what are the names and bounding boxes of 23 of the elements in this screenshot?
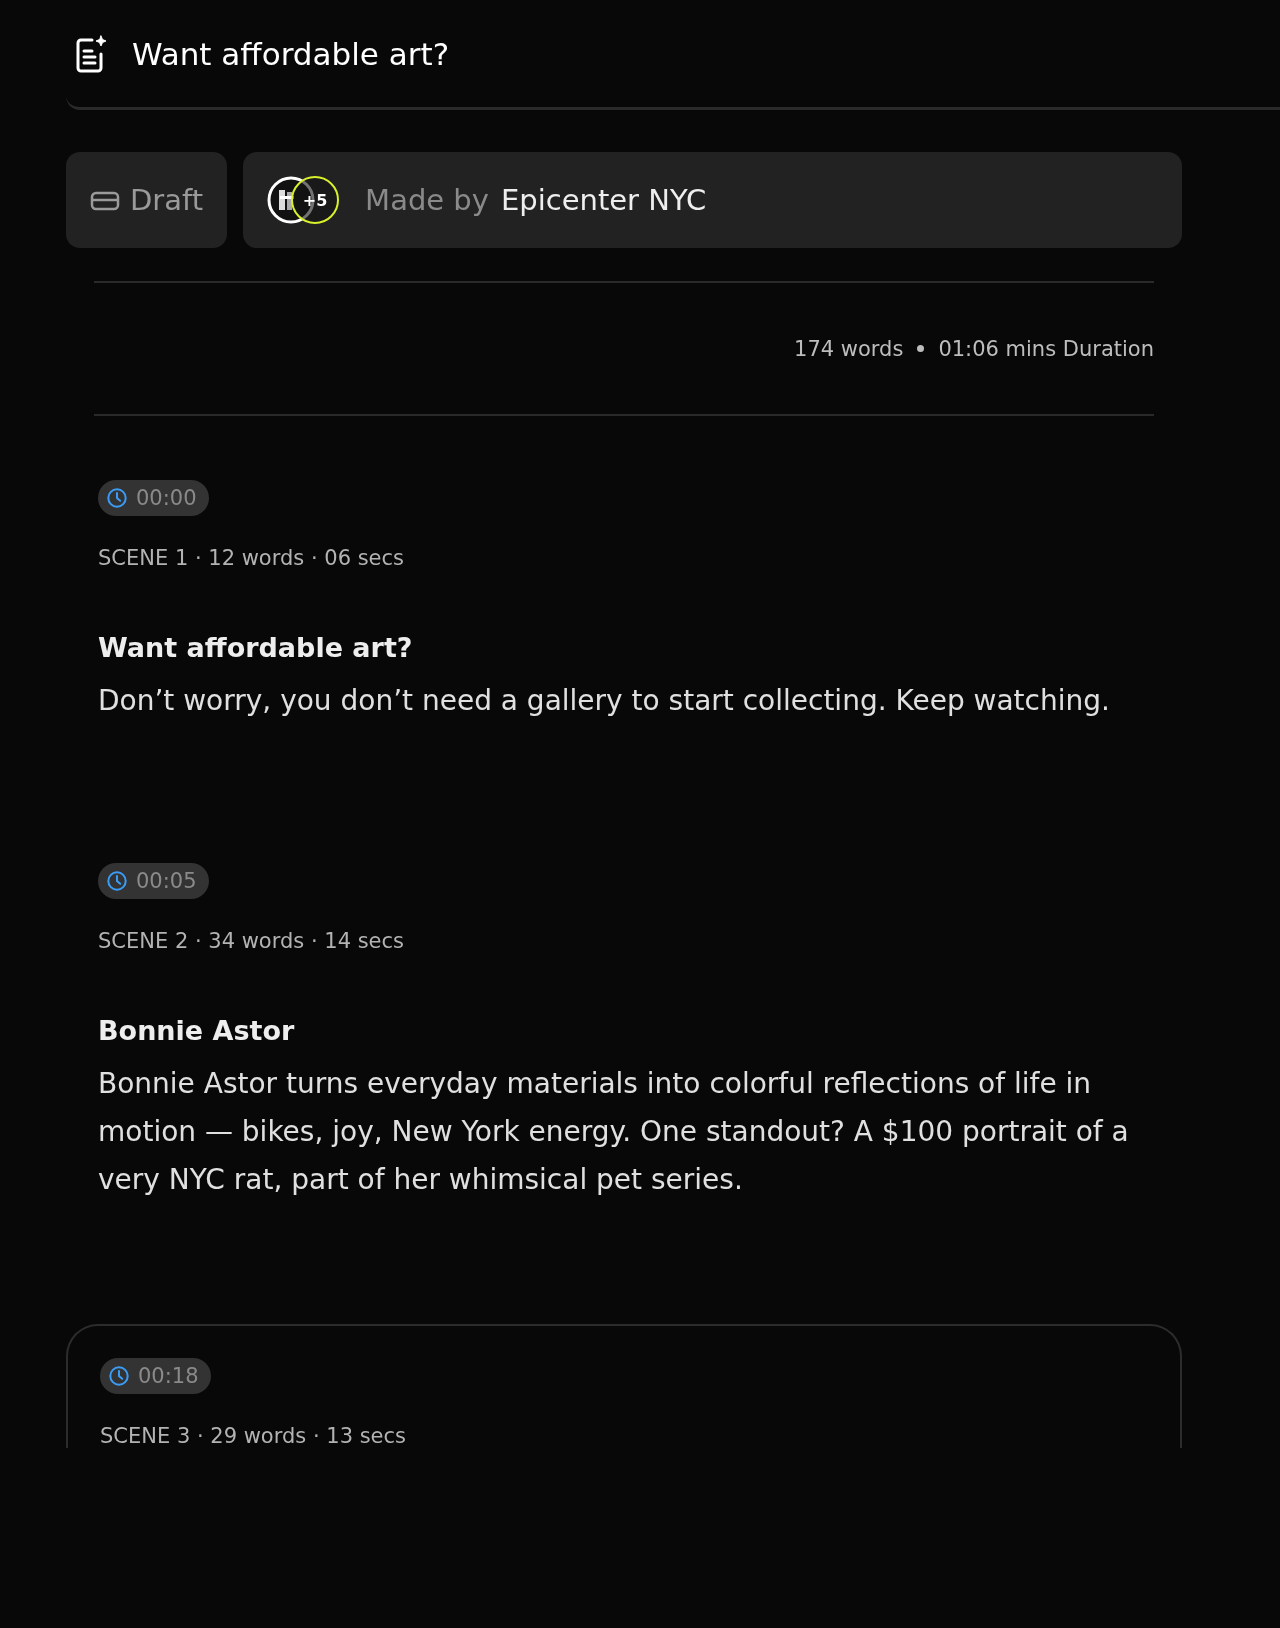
scene-meta: SCENE 1 · 12 words · 06 secs	[98, 546, 406, 570]
clock-icon	[106, 487, 128, 509]
clock-icon	[106, 870, 128, 892]
timestamp-chip[interactable]: 00:05	[98, 863, 209, 899]
more-avatars-count: +5	[291, 176, 340, 224]
timestamp-chip[interactable]: 00:00	[98, 480, 209, 516]
scene-meta: SCENE 3 · 29 words · 13 secs	[100, 1424, 408, 1448]
clock-icon	[108, 1365, 130, 1387]
scene-title: Want affordable art?	[98, 632, 414, 663]
scene-meta: SCENE 2 · 34 words · 14 secs	[98, 929, 406, 953]
duration: 01:06 mins Duration	[938, 336, 1154, 361]
scene-text: Bonnie Astor turns everyday materials into colorful reflections of life in motion — bikes, joy, New York energy. One standout? A $100 portrait of a very NYC rat, part of her whimsical pet series.	[98, 1066, 1130, 1198]
made-by-label: Made by	[365, 183, 489, 217]
scene-title: Bonnie Astor	[98, 1015, 296, 1046]
page-title: Want affordable art?	[132, 35, 450, 72]
scene-text: Don’t worry, you don’t need a gallery to start collecting. Keep watching.	[98, 683, 1111, 719]
creator-name: Epicenter NYC	[500, 183, 707, 217]
scene-card[interactable]: 00:18 SCENE 3 · 29 words · 13 secs	[66, 1324, 1182, 1448]
word-count: 174 words	[794, 336, 904, 361]
timestamp-chip[interactable]: 00:18	[100, 1358, 211, 1394]
separator-dot	[917, 345, 925, 352]
status-chip[interactable]: Draft	[66, 152, 228, 248]
archive-icon	[90, 189, 120, 211]
